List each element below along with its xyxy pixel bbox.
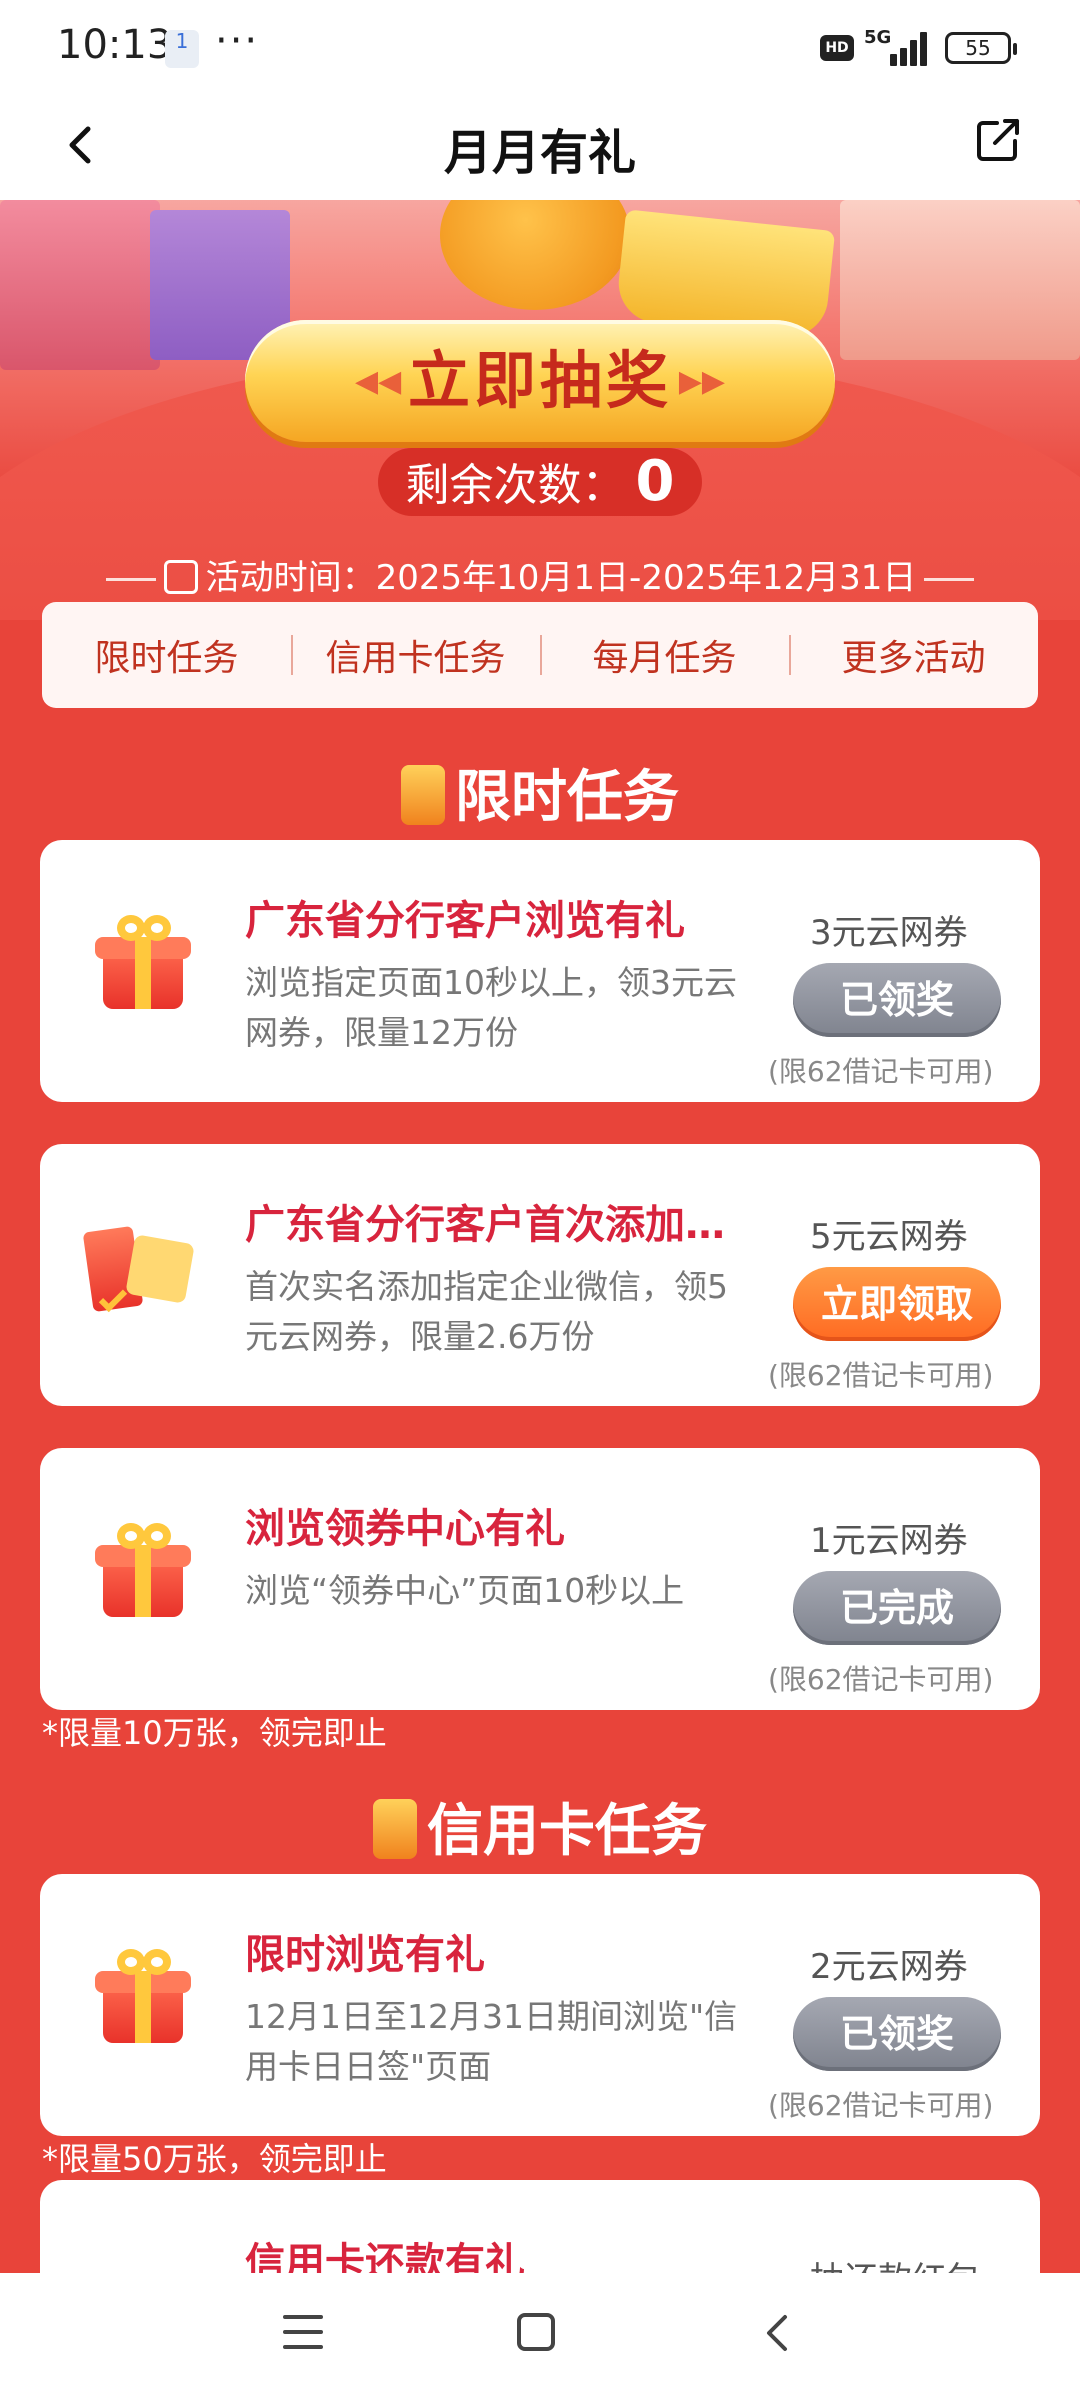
menu-icon[interactable] (283, 2315, 323, 2351)
battery-icon: 55 (945, 32, 1017, 64)
remaining-label: 剩余次数： (405, 460, 626, 511)
hd-icon: HD (820, 35, 854, 61)
draw-button-label: 立即抽奖 (407, 344, 672, 417)
draw-lottery-button[interactable]: ◀◀ 立即抽奖 ▶▶ (245, 320, 835, 442)
task-description: 浏览指定页面10秒以上，领3元云网券，限量12万份 (245, 963, 737, 1052)
task-card: 限时浏览有礼 12月1日至12月31日期间浏览"信用卡日日签"页面 2元云网券 … (40, 1874, 1040, 2136)
task-title: 浏览领券中心有礼 (245, 1506, 565, 1552)
task-description: 12月1日至12月31日期间浏览"信用卡日日签"页面 (245, 1997, 738, 2086)
tab-more[interactable]: 更多活动 (789, 629, 1038, 681)
claim-now-button[interactable]: 立即领取 (793, 1267, 1001, 1341)
left-arrows-icon: ◀◀ (355, 364, 402, 399)
task-tabs: 限时任务 信用卡任务 每月任务 更多活动 (42, 602, 1038, 708)
more-notifications-icon: ··· (215, 18, 260, 64)
calendar-icon (163, 559, 198, 594)
task-card: 浏览领券中心有礼 浏览“领券中心”页面10秒以上 1元云网券 已完成 (限62借… (40, 1448, 1040, 1710)
task-description: 浏览“领券中心”页面10秒以上 (245, 1571, 685, 1610)
card-limit: (限62借记卡可用) (768, 1663, 994, 1696)
tab-limited[interactable]: 限时任务 (42, 629, 291, 681)
completed-button[interactable]: 已完成 (793, 1571, 1001, 1645)
section-title-credit: 信用卡任务 (0, 1786, 1080, 1867)
status-time: 10:13 (57, 22, 173, 68)
claimed-button[interactable]: 已领奖 (793, 963, 1001, 1037)
status-bar: 10:13 1 ··· HD 5G 55 (0, 0, 1080, 95)
task-reward: 3元云网券 (810, 913, 968, 953)
red-envelope-icon (373, 1798, 417, 1859)
tab-monthly[interactable]: 每月任务 (540, 629, 789, 681)
right-arrows-icon: ▶▶ (678, 364, 725, 399)
mascot-illustration (440, 200, 630, 310)
card-limit: (限62借记卡可用) (768, 1359, 994, 1392)
limit-note: *限量50万张，领完即止 (42, 2140, 387, 2178)
app-header: 月月有礼 (0, 95, 1080, 200)
home-square-icon[interactable] (517, 2313, 555, 2351)
card-limit: (限62借记卡可用) (768, 2089, 994, 2122)
gift-box-icon (95, 1949, 191, 2044)
activity-period: 活动时间：2025年10月1日-2025年12月31日 (0, 550, 1080, 599)
task-title: 限时浏览有礼 (245, 1932, 485, 1978)
task-reward: 1元云网券 (810, 1521, 968, 1561)
divider-line (105, 578, 156, 581)
share-external-icon[interactable] (975, 117, 1021, 163)
building-illustration (840, 200, 1080, 360)
task-title: 广东省分行客户浏览有礼 (245, 898, 685, 944)
task-reward: 5元云网券 (810, 1217, 968, 1257)
claimed-button[interactable]: 已领奖 (793, 1997, 1001, 2071)
divider-line (924, 578, 975, 581)
document-check-icon (82, 1225, 198, 1319)
task-description: 首次实名添加指定企业微信，领5元云网券，限量2.6万份 (245, 1267, 728, 1356)
task-reward: 2元云网券 (810, 1947, 968, 1987)
period-text: 活动时间：2025年10月1日-2025年12月31日 (205, 558, 917, 598)
remaining-count: 0 (635, 449, 675, 514)
signal-icon (890, 30, 930, 66)
task-card: 广东省分行客户首次添加… 首次实名添加指定企业微信，领5元云网券，限量2.6万份… (40, 1144, 1040, 1406)
remaining-chances: 剩余次数： 0 (378, 448, 702, 516)
page-title: 月月有礼 (443, 125, 636, 181)
task-title: 广东省分行客户首次添加… (245, 1202, 725, 1248)
building-illustration (0, 200, 160, 370)
section-title-limited: 限时任务 (0, 752, 1080, 833)
gift-box-icon (95, 915, 191, 1010)
system-nav-bar (0, 2273, 1080, 2400)
task-card: 广东省分行客户浏览有礼 浏览指定页面10秒以上，领3元云网券，限量12万份 3元… (40, 840, 1040, 1102)
network-type: 5G (864, 27, 892, 48)
card-limit: (限62借记卡可用) (768, 1055, 994, 1088)
limit-note: *限量10万张，领完即止 (42, 1714, 387, 1752)
red-envelope-icon (401, 764, 445, 825)
sim-notification-icon: 1 (165, 30, 199, 68)
gift-box-icon (95, 1523, 191, 1618)
tab-credit-card[interactable]: 信用卡任务 (291, 629, 540, 681)
nav-back-icon[interactable] (757, 2311, 797, 2355)
